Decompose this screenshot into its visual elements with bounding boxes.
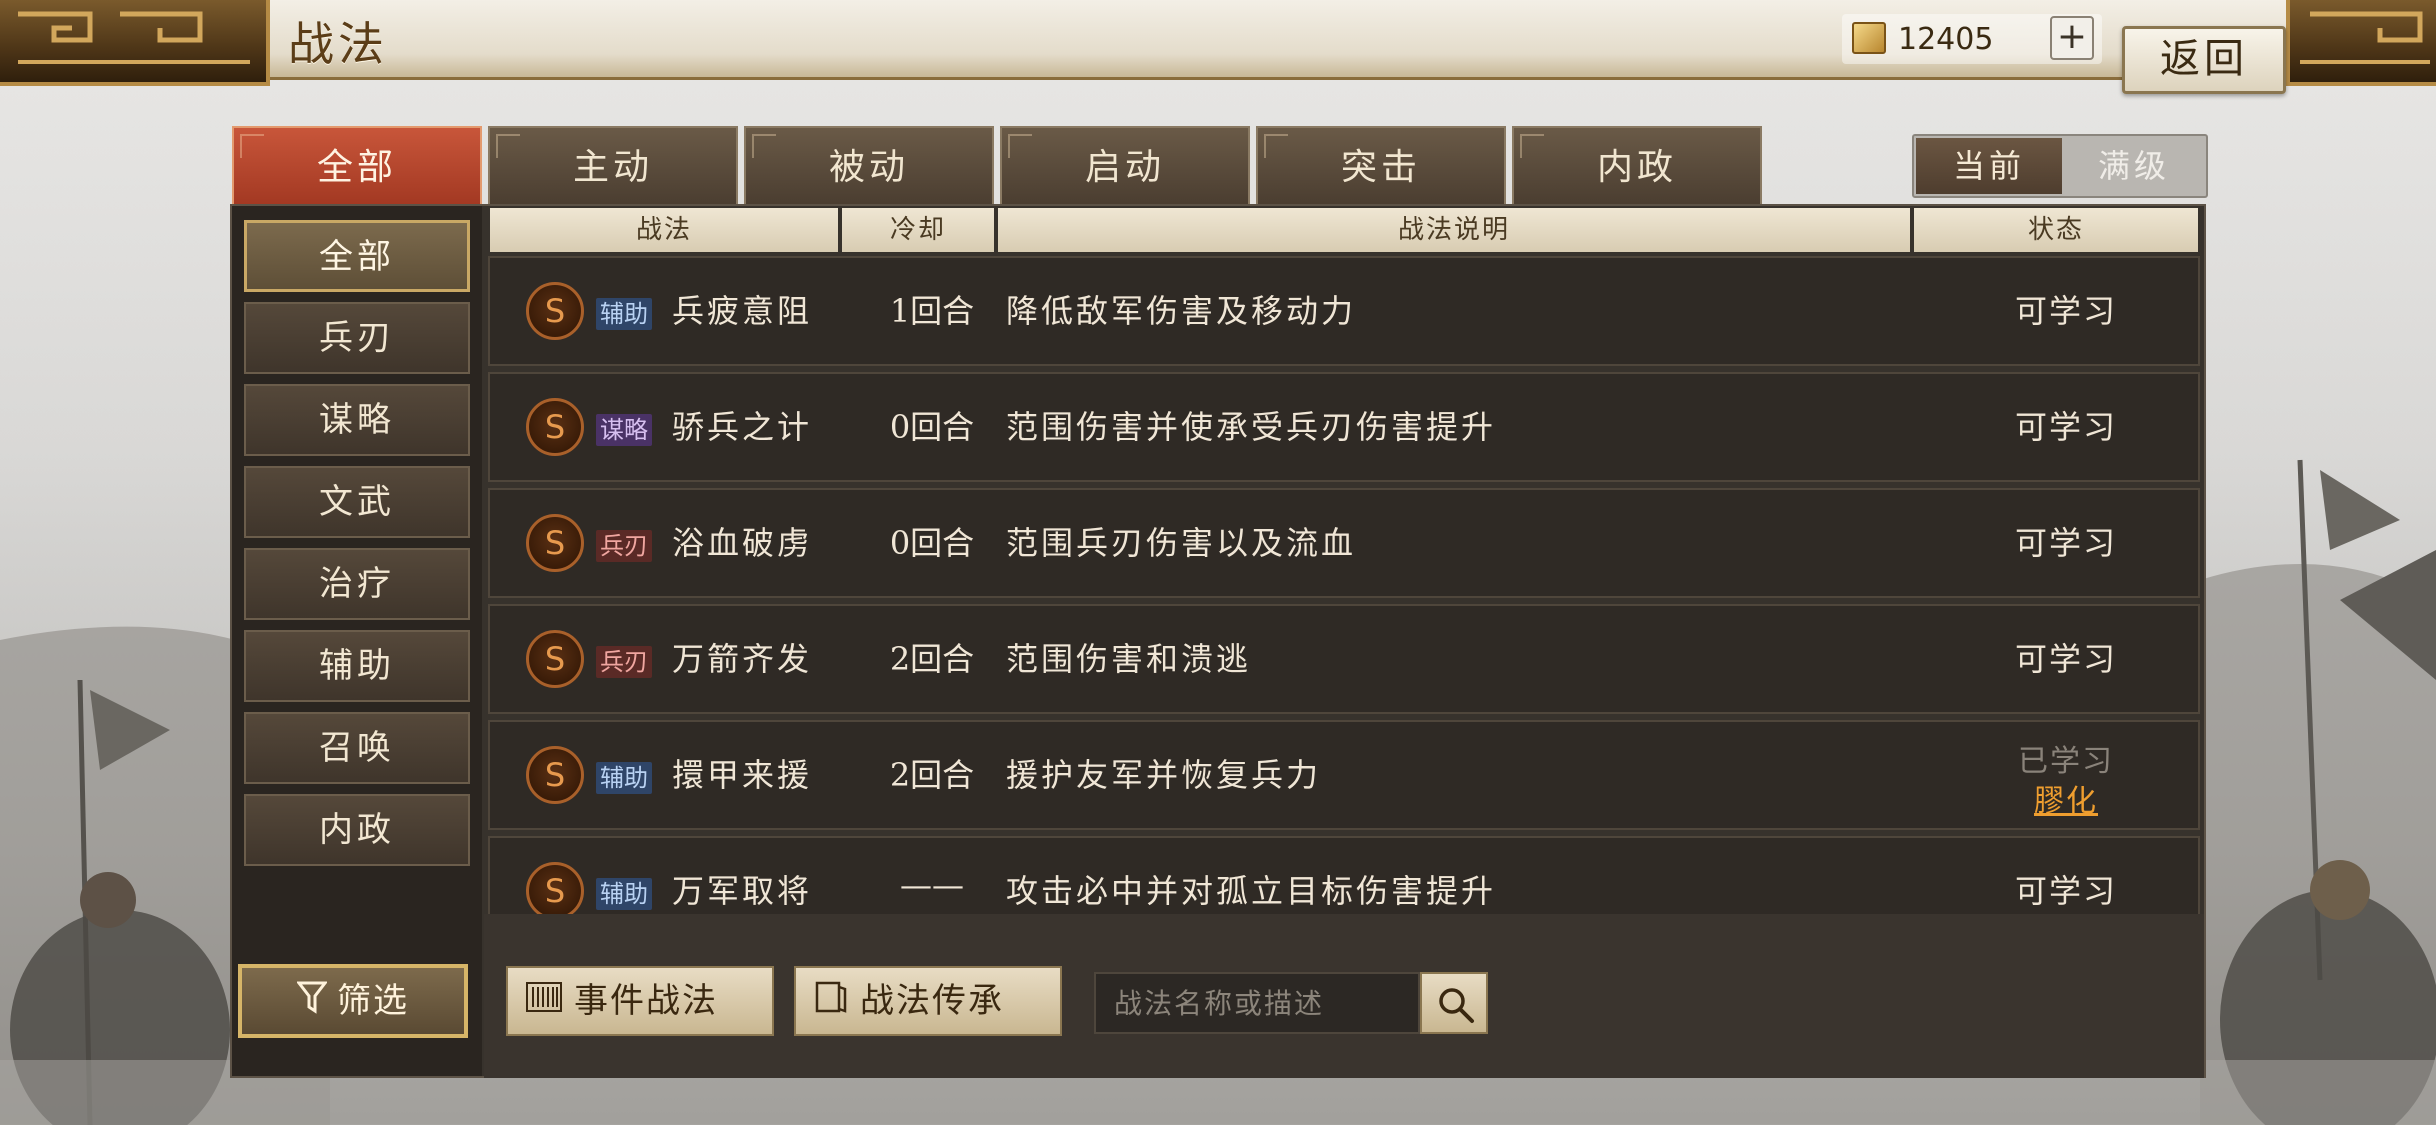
grade-badge: S xyxy=(526,746,584,804)
skill-row[interactable]: S 兵刃 浴血破虏 0回合 范围兵刃伤害以及流血 可学习 xyxy=(488,488,2200,598)
corner-ornament-left xyxy=(0,0,270,86)
skill-row[interactable]: S 谋略 骄兵之计 0回合 范围伤害并使承受兵刃伤害提升 可学习 xyxy=(488,372,2200,482)
toggle-current-level[interactable]: 当前 xyxy=(1916,138,2062,194)
skill-description: 攻击必中并对孤立目标伤害提升 xyxy=(1006,872,1497,910)
filter-label: 筛选 xyxy=(337,981,409,1021)
skill-inheritance-button[interactable]: 战法传承 xyxy=(794,966,1062,1036)
skill-row[interactable]: S 辅助 兵疲意阻 1回合 降低敌军伤害及移动力 可学习 xyxy=(488,256,2200,366)
skill-row[interactable]: S 辅助 擐甲来援 2回合 援护友军并恢复兵力 已学习 膠化 xyxy=(488,720,2200,830)
type-tag: 兵刃 xyxy=(596,646,652,678)
skill-status: 已学习 xyxy=(2018,744,2114,779)
filter-funnel-icon xyxy=(295,970,329,1036)
skill-cooldown: —— xyxy=(900,866,964,904)
sidebar-item-all[interactable]: 全部 xyxy=(244,220,470,292)
transform-link[interactable]: 膠化 xyxy=(1970,776,2162,820)
skill-name: 浴血破虏 xyxy=(672,524,813,562)
tab-passive[interactable]: 被动 xyxy=(744,126,994,206)
skill-row[interactable]: S 兵刃 万箭齐发 2回合 范围伤害和溃逃 可学习 xyxy=(488,604,2200,714)
skill-status: 可学习 xyxy=(2014,292,2117,330)
tab-trigger[interactable]: 启动 xyxy=(1000,126,1250,206)
sidebar-item-weapon[interactable]: 兵刃 xyxy=(244,302,470,374)
skill-status: 可学习 xyxy=(2014,408,2117,446)
back-button[interactable]: 返回 xyxy=(2122,26,2286,94)
type-tag: 辅助 xyxy=(596,298,652,330)
skill-name: 万箭齐发 xyxy=(672,640,813,678)
grade-badge: S xyxy=(526,630,584,688)
header-description: 战法说明 xyxy=(998,208,1910,252)
page-title: 战法 xyxy=(288,17,388,71)
skill-status: 可学习 xyxy=(2014,640,2117,678)
skill-cooldown: 1回合 xyxy=(889,292,975,330)
event-skills-button[interactable]: 事件战法 xyxy=(506,966,774,1036)
tab-assault[interactable]: 突击 xyxy=(1256,126,1506,206)
jade-token-icon xyxy=(1852,22,1886,54)
skill-description: 范围伤害并使承受兵刃伤害提升 xyxy=(1006,408,1497,446)
grade-badge: S xyxy=(526,282,584,340)
skill-description: 范围伤害和溃逃 xyxy=(1006,640,1252,678)
skill-description: 降低敌军伤害及移动力 xyxy=(1006,292,1357,330)
currency-value: 12405 xyxy=(1898,22,1994,57)
event-skills-label: 事件战法 xyxy=(574,981,718,1021)
skill-status: 可学习 xyxy=(2014,524,2117,562)
skill-inheritance-label: 战法传承 xyxy=(860,981,1004,1021)
type-tag: 谋略 xyxy=(596,414,652,446)
skill-cooldown: 0回合 xyxy=(889,524,975,562)
grade-badge: S xyxy=(526,862,584,920)
sidebar-item-heal[interactable]: 治疗 xyxy=(244,548,470,620)
grade-badge: S xyxy=(526,398,584,456)
type-tag: 兵刃 xyxy=(596,530,652,562)
book-icon xyxy=(814,970,848,1036)
sidebar-item-strategy[interactable]: 谋略 xyxy=(244,384,470,456)
sidebar-item-hybrid[interactable]: 文武 xyxy=(244,466,470,538)
skill-cooldown: 2回合 xyxy=(889,756,975,794)
tab-domestic[interactable]: 内政 xyxy=(1512,126,1762,206)
skill-name: 骄兵之计 xyxy=(672,408,813,446)
header-cooldown: 冷却 xyxy=(842,208,994,252)
tab-all[interactable]: 全部 xyxy=(232,126,482,206)
filter-button[interactable]: 筛选 xyxy=(238,964,468,1038)
scroll-bars-icon xyxy=(526,970,562,1036)
search-button[interactable] xyxy=(1420,972,1488,1034)
type-tag: 辅助 xyxy=(596,878,652,910)
level-toggle: 当前 满级 xyxy=(1912,134,2208,198)
sidebar-item-summon[interactable]: 召唤 xyxy=(244,712,470,784)
header-status: 状态 xyxy=(1914,208,2198,252)
skill-status: 可学习 xyxy=(2014,872,2117,910)
skill-name: 兵疲意阻 xyxy=(672,292,813,330)
skill-cooldown: 0回合 xyxy=(889,408,975,446)
sidebar-item-assist[interactable]: 辅助 xyxy=(244,630,470,702)
skill-cooldown: 2回合 xyxy=(889,640,975,678)
toggle-max-level[interactable]: 满级 xyxy=(2064,138,2204,194)
skill-name: 万军取将 xyxy=(672,872,813,910)
type-tag: 辅助 xyxy=(596,762,652,794)
grade-badge: S xyxy=(526,514,584,572)
tab-active[interactable]: 主动 xyxy=(488,126,738,206)
skill-description: 援护友军并恢复兵力 xyxy=(1006,756,1322,794)
header-skill: 战法 xyxy=(490,208,838,252)
sidebar-item-domestic[interactable]: 内政 xyxy=(244,794,470,866)
corner-ornament-right xyxy=(2286,0,2436,86)
skill-name: 擐甲来援 xyxy=(672,756,813,794)
add-currency-button[interactable]: + xyxy=(2050,16,2094,60)
search-input[interactable] xyxy=(1094,972,1420,1034)
skill-description: 范围兵刃伤害以及流血 xyxy=(1006,524,1357,562)
